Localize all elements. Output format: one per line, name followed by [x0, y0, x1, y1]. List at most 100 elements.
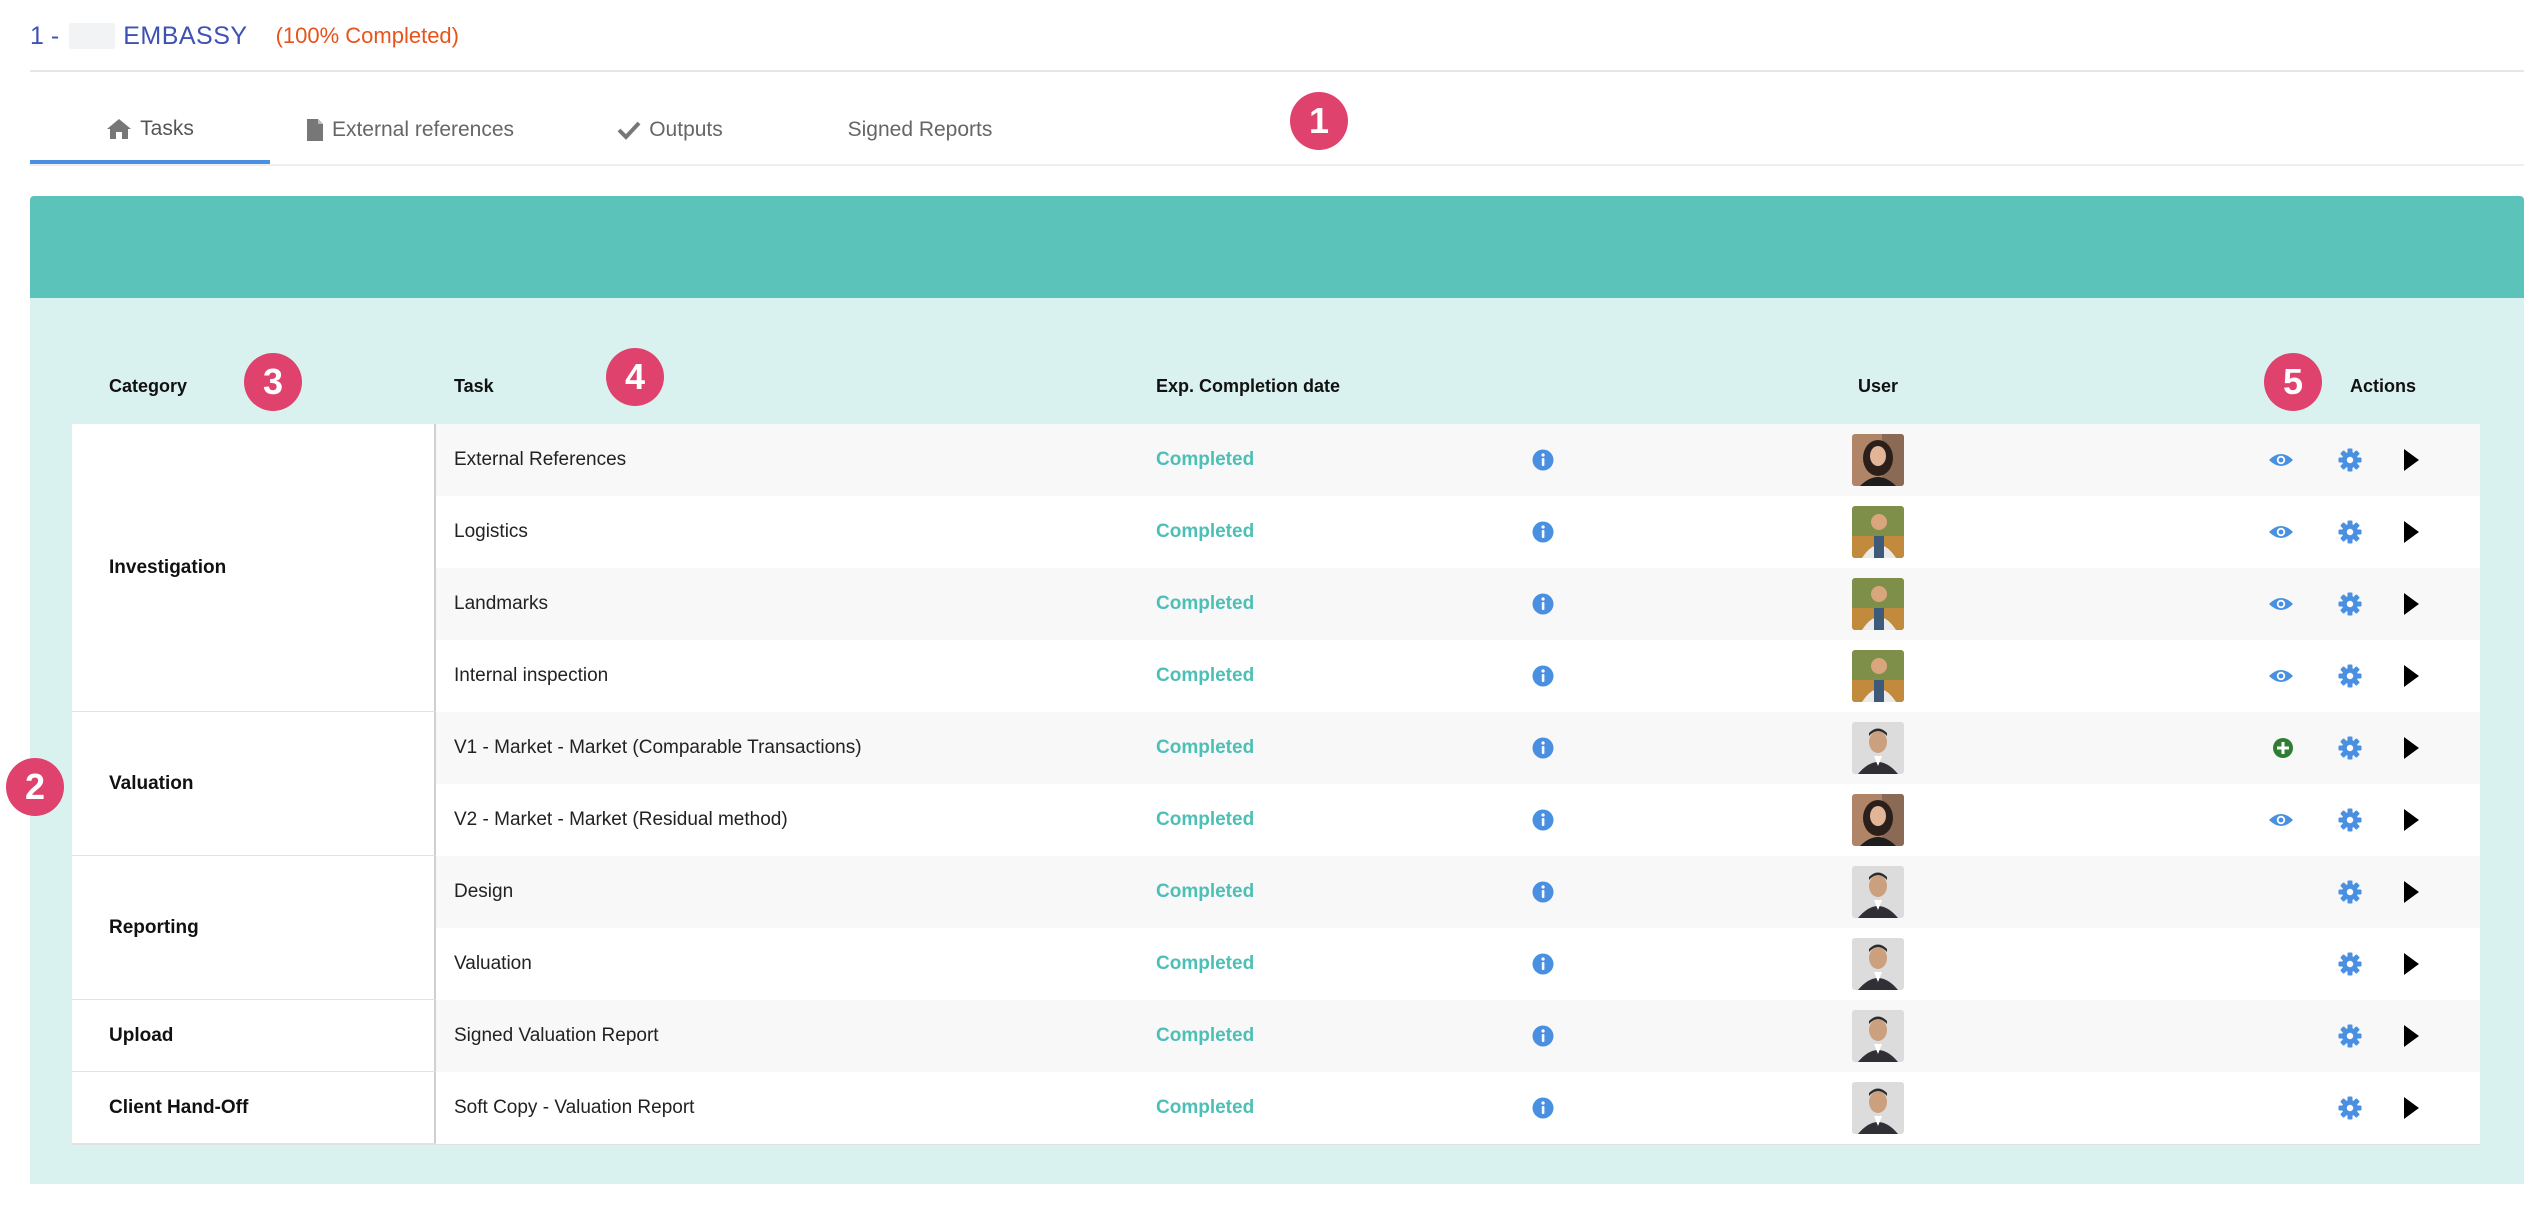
- settings-button[interactable]: [2338, 424, 2362, 496]
- tab-label: Tasks: [140, 117, 194, 140]
- redacted-name: [69, 23, 116, 49]
- add-button[interactable]: [2272, 712, 2294, 784]
- gear-icon[interactable]: [2338, 1096, 2362, 1120]
- gear-icon[interactable]: [2338, 1024, 2362, 1048]
- info-button[interactable]: [1532, 928, 1554, 1000]
- open-task-button[interactable]: [2402, 928, 2420, 1000]
- play-icon[interactable]: [2402, 952, 2420, 976]
- settings-button[interactable]: [2338, 640, 2362, 712]
- settings-button[interactable]: [2338, 856, 2362, 928]
- man-suit-avatar: [1852, 1082, 1904, 1134]
- open-task-button[interactable]: [2402, 496, 2420, 568]
- tab-outputs[interactable]: Outputs: [580, 98, 760, 162]
- view-button[interactable]: [2268, 640, 2294, 712]
- info-icon[interactable]: [1532, 881, 1554, 903]
- play-icon[interactable]: [2402, 592, 2420, 616]
- col-task: Task: [454, 375, 494, 396]
- info-button[interactable]: [1532, 640, 1554, 712]
- settings-button[interactable]: [2338, 1000, 2362, 1072]
- eye-icon[interactable]: [2268, 595, 2294, 613]
- tab-tasks[interactable]: Tasks: [30, 98, 270, 164]
- settings-button[interactable]: [2338, 1072, 2362, 1144]
- man-outdoor-avatar: [1852, 578, 1904, 630]
- user-avatar: [1852, 1000, 1904, 1072]
- gear-icon[interactable]: [2338, 520, 2362, 544]
- header-divider: [30, 70, 2524, 72]
- info-icon[interactable]: [1532, 1097, 1554, 1119]
- settings-button[interactable]: [2338, 496, 2362, 568]
- open-task-button[interactable]: [2402, 424, 2420, 496]
- open-task-button[interactable]: [2402, 856, 2420, 928]
- settings-button[interactable]: [2338, 712, 2362, 784]
- play-icon[interactable]: [2402, 664, 2420, 688]
- play-icon[interactable]: [2402, 1096, 2420, 1120]
- eye-icon[interactable]: [2268, 811, 2294, 829]
- view-button[interactable]: [2268, 496, 2294, 568]
- info-icon[interactable]: [1532, 1025, 1554, 1047]
- plus-circle-icon[interactable]: [2272, 737, 2294, 759]
- open-task-button[interactable]: [2402, 712, 2420, 784]
- home-icon: [107, 119, 132, 139]
- tab-label: Outputs: [649, 118, 723, 141]
- settings-button[interactable]: [2338, 784, 2362, 856]
- open-task-button[interactable]: [2402, 640, 2420, 712]
- gear-icon[interactable]: [2338, 880, 2362, 904]
- info-button[interactable]: [1532, 856, 1554, 928]
- callout-marker: 2: [6, 758, 64, 816]
- play-icon[interactable]: [2402, 520, 2420, 544]
- info-icon[interactable]: [1532, 737, 1554, 759]
- open-task-button[interactable]: [2402, 1072, 2420, 1144]
- info-button[interactable]: [1532, 1000, 1554, 1072]
- settings-button[interactable]: [2338, 928, 2362, 1000]
- eye-icon[interactable]: [2268, 451, 2294, 469]
- view-button[interactable]: [2268, 568, 2294, 640]
- info-button[interactable]: [1532, 424, 1554, 496]
- view-button[interactable]: [2268, 424, 2294, 496]
- info-button[interactable]: [1532, 496, 1554, 568]
- info-icon[interactable]: [1532, 665, 1554, 687]
- status-completed: Completed: [1156, 881, 1255, 902]
- gear-icon[interactable]: [2338, 664, 2362, 688]
- gear-icon[interactable]: [2338, 952, 2362, 976]
- play-icon[interactable]: [2402, 880, 2420, 904]
- gear-icon[interactable]: [2338, 808, 2362, 832]
- tab-label: External references: [331, 118, 515, 141]
- gear-icon[interactable]: [2338, 736, 2362, 760]
- status-completed: Completed: [1156, 737, 1255, 758]
- open-task-button[interactable]: [2402, 784, 2420, 856]
- info-icon[interactable]: [1532, 809, 1554, 831]
- open-task-button[interactable]: [2402, 1000, 2420, 1072]
- tab-signed-reports[interactable]: Signed Reports: [810, 98, 1030, 162]
- gear-icon[interactable]: [2338, 592, 2362, 616]
- info-icon[interactable]: [1532, 521, 1554, 543]
- eye-icon[interactable]: [2268, 523, 2294, 541]
- play-icon[interactable]: [2402, 736, 2420, 760]
- status-completed: Completed: [1156, 449, 1255, 470]
- user-avatar: [1852, 784, 1904, 856]
- man-suit-avatar: [1852, 1010, 1904, 1062]
- view-button[interactable]: [2268, 784, 2294, 856]
- gear-icon[interactable]: [2338, 448, 2362, 472]
- eye-icon[interactable]: [2268, 667, 2294, 685]
- info-icon[interactable]: [1532, 953, 1554, 975]
- play-icon[interactable]: [2402, 1024, 2420, 1048]
- status-completed: Completed: [1156, 665, 1255, 686]
- play-icon[interactable]: [2402, 808, 2420, 832]
- user-avatar: [1852, 712, 1904, 784]
- info-button[interactable]: [1532, 568, 1554, 640]
- user-avatar: [1852, 568, 1904, 640]
- info-button[interactable]: [1532, 784, 1554, 856]
- settings-button[interactable]: [2338, 568, 2362, 640]
- progress-label: (100% Completed): [275, 23, 459, 48]
- man-suit-avatar: [1852, 722, 1904, 774]
- info-icon[interactable]: [1532, 593, 1554, 615]
- info-button[interactable]: [1532, 1072, 1554, 1144]
- open-task-button[interactable]: [2402, 568, 2420, 640]
- play-icon[interactable]: [2402, 448, 2420, 472]
- category-label: Reporting: [109, 916, 199, 938]
- info-icon[interactable]: [1532, 449, 1554, 471]
- col-category: Category: [109, 375, 188, 396]
- info-button[interactable]: [1532, 712, 1554, 784]
- tab-external-references[interactable]: External references: [290, 98, 530, 162]
- category-cell: Investigation: [72, 424, 436, 712]
